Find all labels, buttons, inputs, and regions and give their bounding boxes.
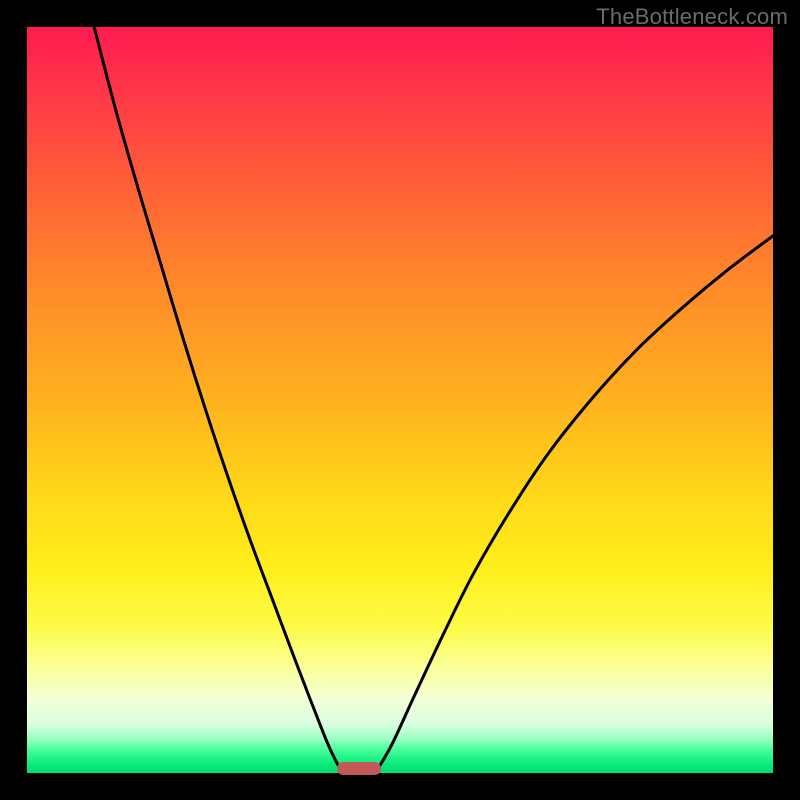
- curve-left: [94, 27, 340, 769]
- chart-frame: TheBottleneck.com: [0, 0, 800, 800]
- plot-area: [27, 27, 773, 773]
- curve-right: [378, 236, 773, 769]
- curve-layer: [27, 27, 773, 773]
- bottleneck-marker: [337, 762, 382, 775]
- watermark-text: TheBottleneck.com: [596, 4, 788, 30]
